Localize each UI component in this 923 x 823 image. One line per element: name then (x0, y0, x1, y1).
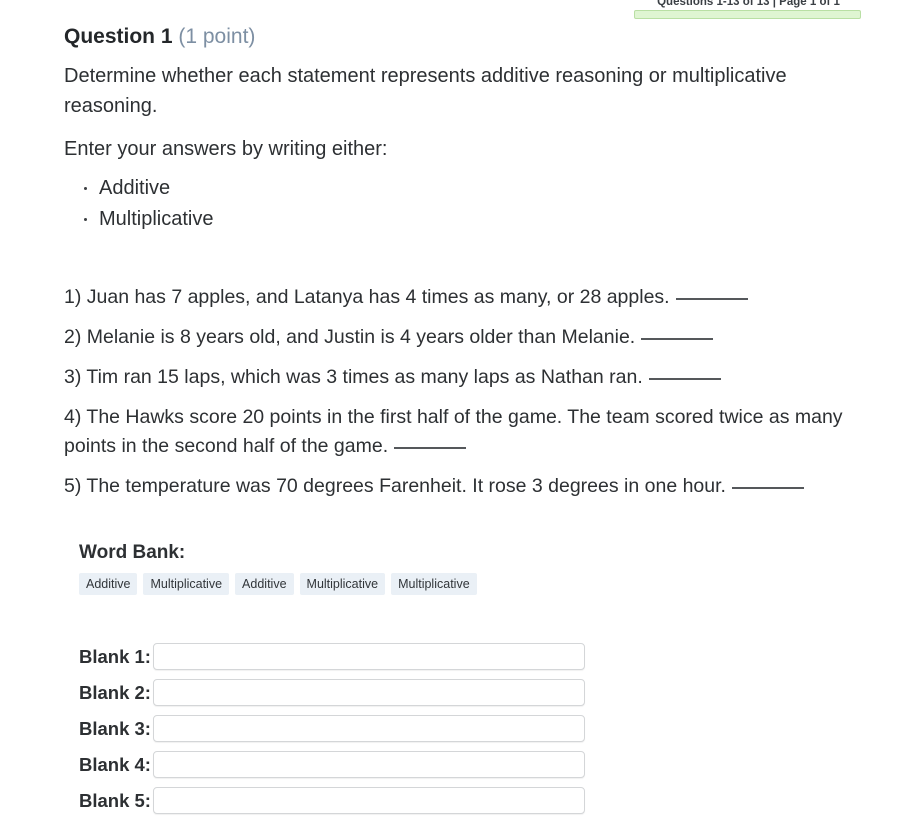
answer-instruction: Enter your answers by writing either: (64, 138, 388, 160)
blank-answer-fields: Blank 1: Blank 2: Blank 3: Blank 4: Blan… (79, 643, 864, 814)
blank-row: Blank 4: (79, 751, 864, 778)
option-label: Multiplicative (99, 208, 214, 230)
answer-options-list: Additive Multiplicative (64, 173, 864, 235)
question-item-text: 2) Melanie is 8 years old, and Justin is… (64, 326, 636, 348)
answer-blank-line (648, 378, 721, 380)
word-bank-chip[interactable]: Multiplicative (299, 573, 386, 595)
blank-label: Blank 5: (79, 789, 151, 811)
blank-row: Blank 2: (79, 679, 864, 706)
blank-label: Blank 2: (79, 681, 151, 703)
question-points: (1 point) (178, 25, 256, 48)
blank-label: Blank 4: (79, 753, 151, 775)
answer-blank-line (641, 338, 714, 340)
answer-blank-line (394, 447, 467, 449)
blank-4-input[interactable] (153, 751, 585, 778)
question-item-text: 1) Juan has 7 apples, and Latanya has 4 … (64, 286, 670, 308)
option-label: Additive (99, 177, 171, 199)
blank-3-input[interactable] (153, 715, 585, 742)
word-bank: Word Bank: Additive Multiplicative Addit… (79, 541, 864, 595)
list-item: Multiplicative (64, 204, 864, 235)
answer-blank-line (675, 298, 748, 300)
question-item: 2) Melanie is 8 years old, and Justin is… (64, 323, 864, 352)
pagination-status: Questions 1-13 of 13 | Page 1 of 1 (634, 0, 863, 19)
answer-blank-line (731, 487, 804, 489)
question-prompt: Determine whether each statement represe… (64, 65, 787, 117)
word-bank-chips: Additive Multiplicative Additive Multipl… (79, 573, 864, 595)
blank-label: Blank 1: (79, 645, 151, 667)
blank-2-input[interactable] (153, 679, 585, 706)
question-item-text: 3) Tim ran 15 laps, which was 3 times as… (64, 366, 643, 388)
question-content: Question 1 (1 point) Determine whether e… (64, 22, 864, 823)
word-bank-chip[interactable]: Multiplicative (391, 573, 477, 595)
question-item-text: 5) The temperature was 70 degrees Farenh… (64, 475, 726, 497)
question-items: 1) Juan has 7 apples, and Latanya has 4 … (64, 283, 864, 501)
question-item: 4) The Hawks score 20 points in the firs… (64, 403, 864, 461)
blank-row: Blank 1: (79, 643, 864, 670)
question-page: Questions 1-13 of 13 | Page 1 of 1 Quest… (0, 0, 923, 820)
question-item: 3) Tim ran 15 laps, which was 3 times as… (64, 363, 864, 392)
question-item: 5) The temperature was 70 degrees Farenh… (64, 472, 864, 501)
progress-bar (634, 10, 861, 19)
word-bank-chip[interactable]: Multiplicative (143, 573, 230, 595)
word-bank-chip[interactable]: Additive (79, 573, 138, 595)
question-header: Question 1 (1 point) (64, 22, 864, 52)
blank-5-input[interactable] (153, 787, 585, 814)
blank-label: Blank 3: (79, 717, 151, 739)
blank-1-input[interactable] (153, 643, 585, 670)
pagination-text: Questions 1-13 of 13 | Page 1 of 1 (657, 0, 840, 8)
question-item-text: 4) The Hawks score 20 points in the firs… (64, 406, 843, 457)
word-bank-chip[interactable]: Additive (235, 573, 294, 595)
question-item: 1) Juan has 7 apples, and Latanya has 4 … (64, 283, 864, 312)
question-title: Question 1 (64, 25, 173, 48)
word-bank-title: Word Bank: (79, 542, 186, 563)
list-item: Additive (64, 173, 864, 204)
blank-row: Blank 5: (79, 787, 864, 814)
blank-row: Blank 3: (79, 715, 864, 742)
